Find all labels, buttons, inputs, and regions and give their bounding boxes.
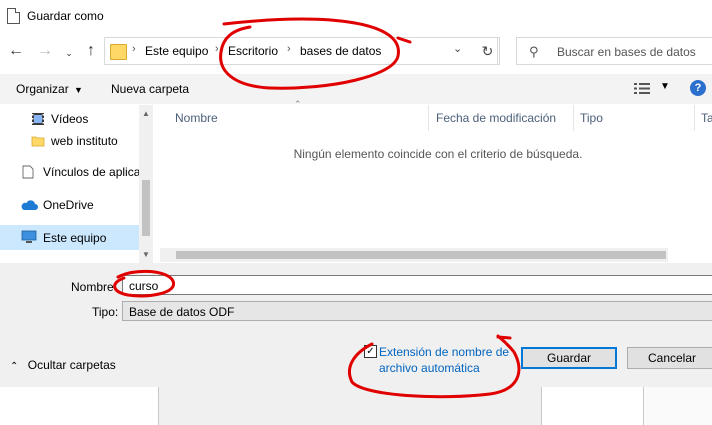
scroll-up-icon[interactable]: ▲ [142, 109, 150, 118]
organize-label: Organizar [16, 82, 69, 96]
column-divider[interactable] [428, 105, 429, 131]
view-details-icon[interactable] [634, 83, 650, 94]
sort-ascending-icon: ⌃ [294, 99, 302, 109]
auto-extension-label[interactable]: Extensión de nombre de archivo automátic… [379, 344, 519, 376]
document-icon [7, 8, 20, 24]
background-window [643, 387, 712, 425]
breadcrumb-bases-de-datos[interactable]: bases de datos [300, 44, 381, 58]
scrollbar-thumb[interactable] [176, 251, 666, 259]
empty-list-message: Ningún elemento coincide con el criterio… [293, 147, 583, 161]
column-header-fecha[interactable]: Fecha de modificación [436, 111, 556, 125]
chevron-down-icon[interactable]: ⌄ [453, 42, 462, 55]
nav-item-label: web instituto [51, 134, 118, 148]
scrollbar-thumb[interactable] [142, 180, 150, 236]
help-icon[interactable]: ? [690, 80, 706, 96]
hide-folders-label: Ocultar carpetas [27, 358, 116, 372]
organize-button[interactable]: Organizar ▼ [16, 82, 83, 96]
breadcrumb-este-equipo[interactable]: Este equipo [145, 44, 208, 58]
save-button[interactable]: Guardar [521, 347, 617, 369]
recent-locations-chevron-icon[interactable]: ⌄ [63, 43, 75, 63]
file-name-label: Nombre [71, 280, 114, 294]
folder-icon [110, 44, 127, 60]
computer-icon [21, 230, 37, 243]
column-divider[interactable] [694, 105, 695, 131]
background-windows [0, 387, 712, 425]
search-box[interactable]: ⚲ Buscar en bases de datos [516, 37, 712, 65]
nav-item-web-instituto[interactable]: web instituto [0, 130, 139, 152]
nav-item-vinculos[interactable]: Vínculos de aplica [0, 161, 139, 183]
nav-item-label: OneDrive [43, 198, 94, 212]
hide-folders-toggle[interactable]: ⌃ Ocultar carpetas [10, 358, 116, 372]
video-folder-icon [32, 113, 44, 125]
dropdown-arrow-icon: ▼ [74, 85, 83, 95]
nav-item-onedrive[interactable]: OneDrive [0, 194, 139, 216]
up-arrow-icon[interactable]: ↑ [82, 41, 100, 61]
file-type-label: Tipo: [92, 305, 119, 319]
vertical-scrollbar[interactable]: ▲ ▼ [139, 105, 153, 263]
search-icon: ⚲ [529, 44, 539, 59]
breadcrumb-escritorio[interactable]: Escritorio [228, 44, 278, 58]
nav-item-videos[interactable]: Vídeos [0, 108, 139, 130]
file-type-select[interactable]: Base de datos ODF [122, 301, 712, 321]
new-folder-button[interactable]: Nueva carpeta [111, 82, 189, 96]
file-name-input[interactable]: curso [122, 275, 712, 295]
back-arrow-icon[interactable]: ← [7, 41, 25, 61]
chevron-up-icon: ⌃ [10, 361, 19, 372]
column-header-tipo[interactable]: Tipo [580, 111, 603, 125]
command-bar: Organizar ▼ Nueva carpeta ▼ ? [0, 74, 712, 104]
column-divider[interactable] [573, 105, 574, 131]
forward-arrow-icon[interactable]: → [36, 41, 54, 61]
folder-icon [31, 136, 45, 147]
document-icon [22, 165, 34, 179]
title-bar: Guardar como [0, 0, 712, 34]
search-placeholder: Buscar en bases de datos [557, 45, 696, 59]
cancel-button[interactable]: Cancelar [627, 347, 712, 369]
column-header-nombre[interactable]: Nombre [175, 111, 218, 125]
scroll-down-icon[interactable]: ▼ [142, 250, 150, 259]
column-header-tamano[interactable]: Ta [701, 111, 712, 125]
view-dropdown-icon[interactable]: ▼ [660, 81, 670, 92]
window-title: Guardar como [27, 9, 104, 23]
auto-extension-checkbox[interactable]: ✓ [364, 345, 377, 358]
refresh-icon[interactable]: ↻ [476, 37, 500, 65]
background-window [158, 387, 542, 425]
nav-item-label: Vínculos de aplica [43, 165, 139, 179]
cloud-icon [21, 200, 38, 210]
nav-item-este-equipo[interactable]: Este equipo [0, 225, 139, 250]
chevron-right-icon: › [132, 43, 136, 55]
navigation-pane[interactable]: Vídeos web instituto Vínculos de aplica … [0, 105, 139, 263]
nav-item-label: Este equipo [43, 231, 107, 245]
chevron-right-icon: › [215, 43, 219, 55]
nav-item-label: Vídeos [51, 112, 89, 126]
chevron-right-icon: › [287, 43, 291, 55]
horizontal-scrollbar[interactable] [160, 248, 668, 262]
address-bar[interactable]: › Este equipo › Escritorio › bases de da… [104, 37, 498, 65]
